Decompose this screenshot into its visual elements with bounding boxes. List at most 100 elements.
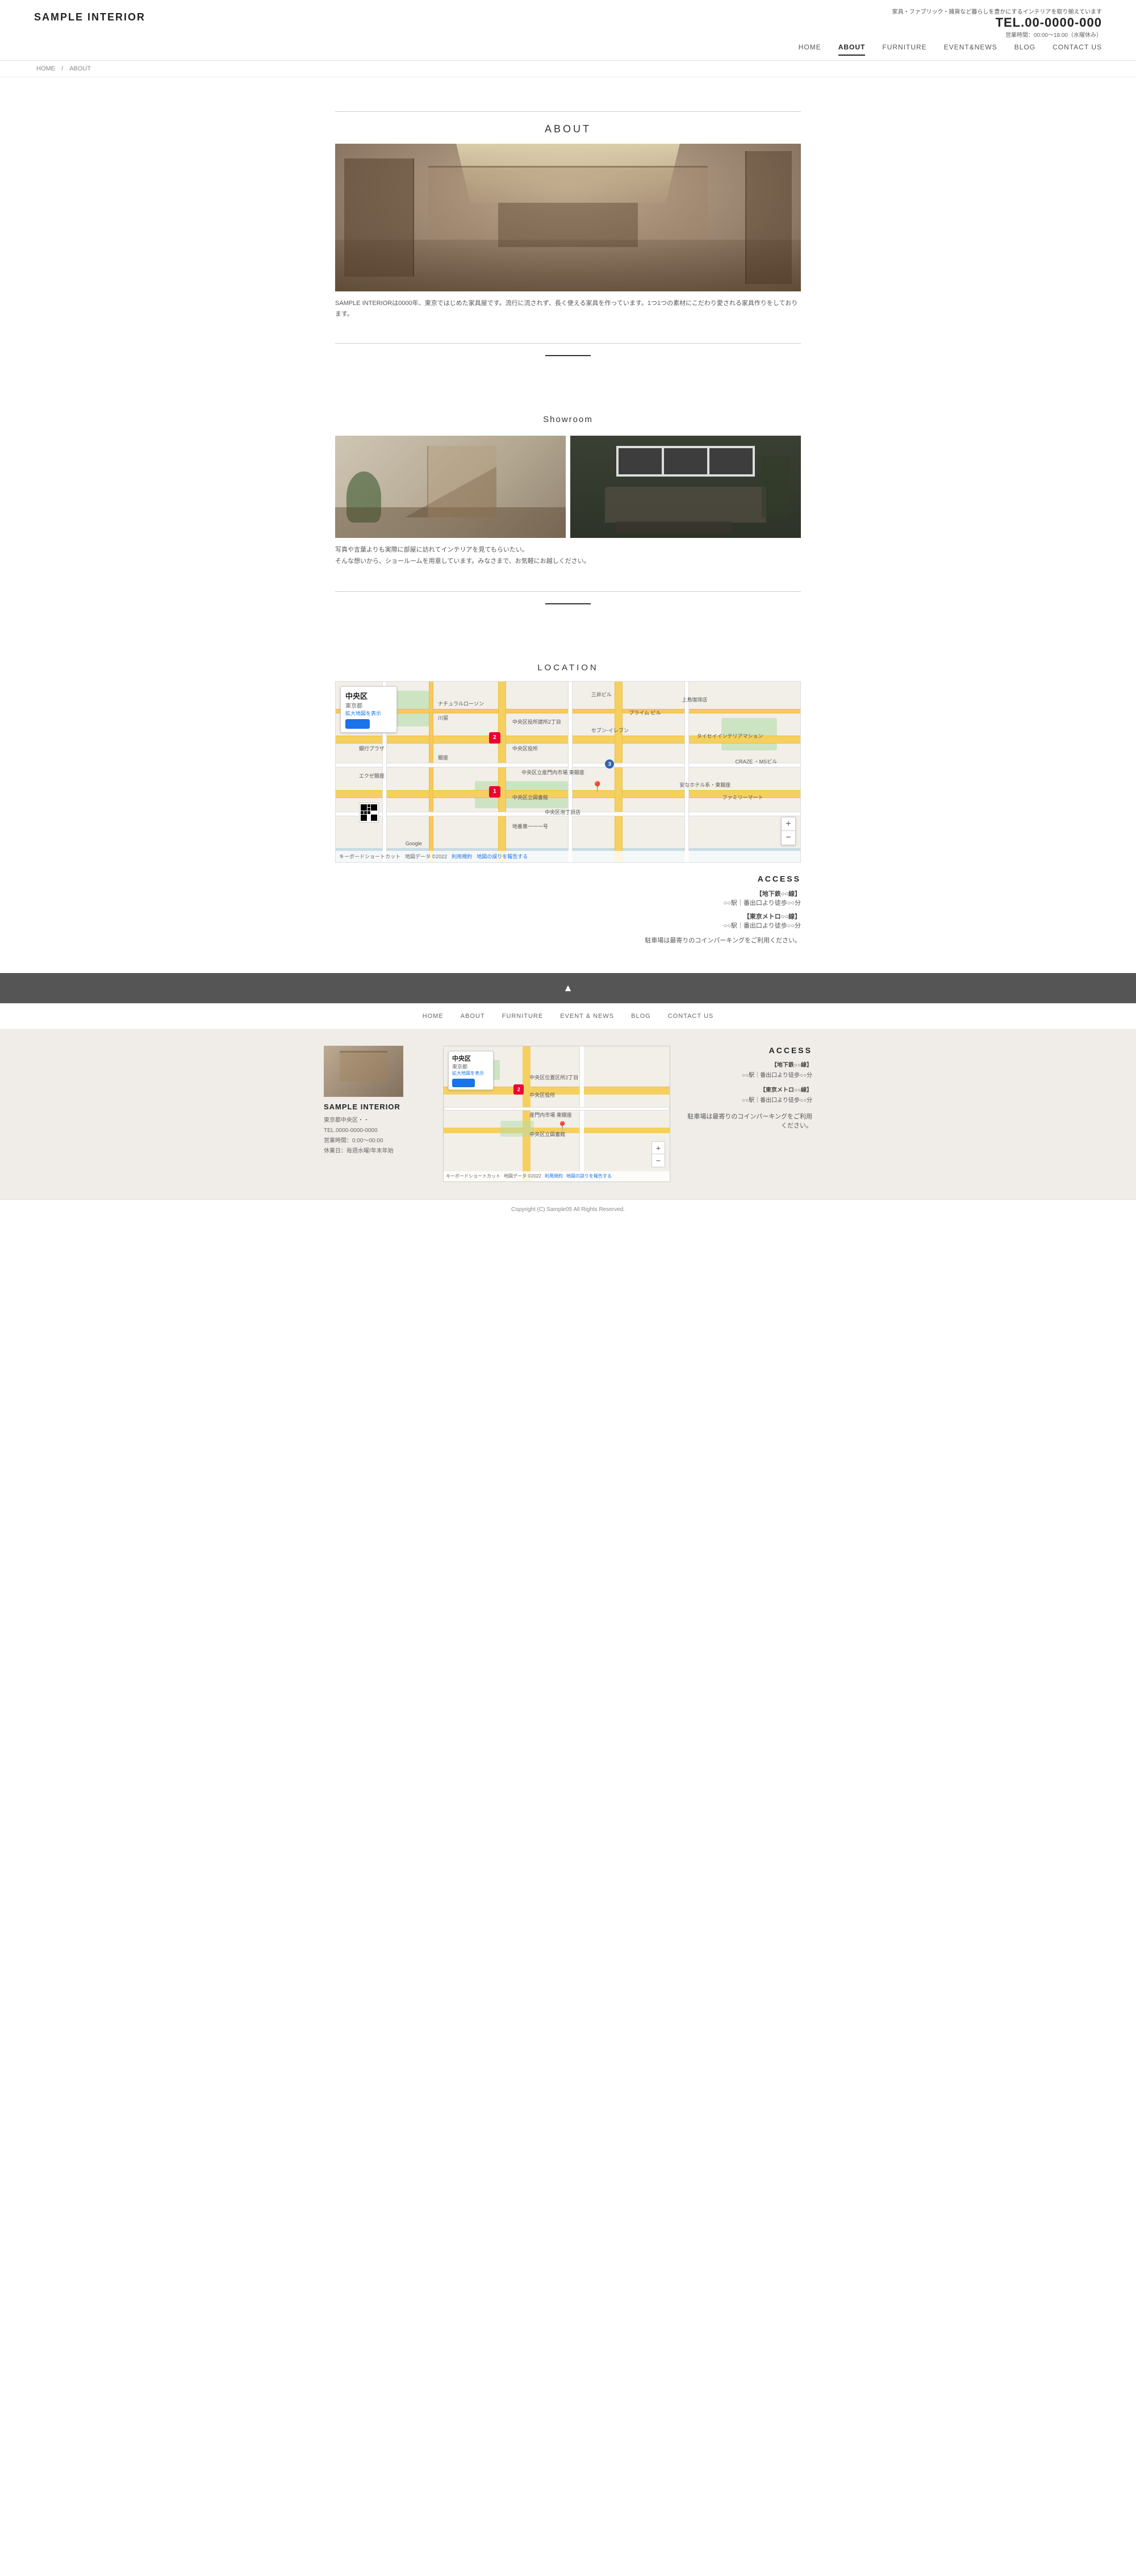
map-label-10: 地番第一一一号 (512, 823, 548, 830)
map-terms-link[interactable]: 利用規約 (452, 853, 472, 860)
footer-content: SAMPLE INTERIOR 東京都中央区・・ TEL.0000-0000-0… (324, 1046, 812, 1182)
map-road-v2 (684, 682, 689, 862)
main-nav: HOME ABOUT FURNITURE EVENT&NEWS BLOG CON… (0, 39, 1136, 61)
footer-nav-about[interactable]: ABOUT (461, 1013, 485, 1020)
breadcrumb-separator: / (61, 65, 63, 72)
map-zoom-out[interactable]: − (782, 831, 795, 845)
map-zoom-controls[interactable]: + − (781, 817, 796, 845)
art-piece-2 (664, 448, 707, 474)
nav-events[interactable]: EVENT&NEWS (944, 43, 997, 56)
map-label-6: 上島珈琲店 (682, 696, 707, 703)
map-report-link[interactable]: 地図の誤りを報告する (477, 853, 528, 860)
footer-zoom-out[interactable]: − (652, 1154, 665, 1167)
footer-nav-furniture[interactable]: FURNITURE (502, 1013, 544, 1020)
map-major-road-v2 (615, 682, 623, 862)
footer-parking: 駐車場は最寄りのコインパーキングをご利用ください。 (687, 1112, 812, 1130)
sofa-decor (605, 487, 766, 523)
footer-nav-events[interactable]: EVENT & NEWS (560, 1013, 614, 1020)
footer-map-canvas: 中央区役所 産門内市場 東銀座 中央区立図書館 中央区位置区所2丁目 📍 2 中… (444, 1046, 670, 1181)
location-section: LOCATION 中央区役所 (324, 629, 812, 973)
footer-img-detail (340, 1051, 387, 1082)
map-label-1: セブン-イレブン (591, 727, 629, 734)
footer-keyboard: キーボードショートカット (446, 1173, 500, 1179)
nav-contact[interactable]: CONTACT US (1053, 43, 1102, 56)
about-section: ABOUT SAMPLE INTERIORは0000年、東京ではじめた家具屋です… (324, 77, 812, 381)
route-number-1: 2 (489, 732, 500, 744)
footer-shop-name: SAMPLE INTERIOR (324, 1103, 426, 1111)
footer-zoom-in[interactable]: + (652, 1142, 665, 1154)
footer-map-terms[interactable]: 利用規約 (545, 1173, 563, 1179)
footer-map[interactable]: 中央区役所 産門内市場 東銀座 中央区立図書館 中央区位置区所2丁目 📍 2 中… (443, 1046, 670, 1182)
main-map[interactable]: 中央区役所 セブン-イレブン 中央区立産門内市場 東銀座 中央区立図書館 川留 … (335, 681, 801, 863)
breadcrumb: HOME / ABOUT (0, 61, 1136, 77)
map-label-11: ナチュラルローソン (438, 700, 484, 707)
wall-art (616, 446, 755, 477)
nav-furniture[interactable]: FURNITURE (882, 43, 926, 56)
access-metro: 【東京メトロ○○線】 ○○駅｜番出口より徒歩○○分 (335, 912, 801, 930)
showroom-caption-line1: 写真や言葉よりも実際に部屋に訪れてインテリアを見てもらいたい。 (335, 546, 528, 553)
footer-phone: TEL.0000-0000-0000 (324, 1126, 426, 1136)
footer-map-link[interactable]: 拡大地図を表示 (452, 1071, 484, 1076)
footer-subway-label: 【地下鉄○○線】 (687, 1061, 812, 1071)
footer-map-label-chuo: 中央区役所 (529, 1091, 555, 1099)
header: SAMPLE INTERIOR 家具・ファブリック・雑貨など暮らしを豊かにするイ… (0, 0, 1136, 61)
map-label-15: CRAZE ・MSビル (736, 758, 778, 765)
footer-zoom-controls[interactable]: + − (651, 1141, 665, 1167)
footer-nav-contact[interactable]: CONTACT US (668, 1013, 714, 1020)
footer-access-title: ACCESS (687, 1046, 812, 1055)
nav-home[interactable]: HOME (799, 43, 821, 56)
showroom-images (335, 436, 801, 538)
footer-map-road-h3 (444, 1107, 670, 1110)
map-zoom-in[interactable]: + (782, 817, 795, 831)
location-title: LOCATION (335, 646, 801, 681)
map-prefecture: 東京都 (345, 701, 392, 709)
footer-district: 中央区 (452, 1054, 490, 1063)
footer-shop-info: 東京都中央区・・ TEL.0000-0000-0000 営業時間：0:00〜00… (324, 1116, 426, 1157)
showroom-image-left (335, 436, 566, 538)
footer-nav-home[interactable]: HOME (423, 1013, 444, 1020)
showroom-caption-line2: そんな想いから、ショールームを用意しています。みなさまで、お気軽にお越しください… (335, 558, 590, 565)
footer-map-label-ward: 中央区位置区所2丁目 (529, 1074, 578, 1081)
site-phone: TEL.00-0000-000 (892, 15, 1102, 30)
route-number-2: 1 (489, 786, 500, 798)
footer-map-road-v2 (579, 1046, 584, 1181)
coffee-table (616, 521, 732, 533)
map-label-3: 中央区立図書館 (512, 794, 548, 801)
footer-nav-blog[interactable]: BLOG (631, 1013, 651, 1020)
footer-nav: HOME ABOUT FURNITURE EVENT & NEWS BLOG C… (0, 1003, 1136, 1029)
art-piece-1 (619, 448, 662, 474)
map-canvas: 中央区役所 セブン-イレブン 中央区立産門内市場 東銀座 中央区立図書館 川留 … (336, 682, 800, 862)
nav-blog[interactable]: BLOG (1014, 43, 1035, 56)
back-to-top-button[interactable]: ▲ (0, 973, 1136, 1003)
footer-closed: 休業日：毎週水曜/年末年始 (324, 1146, 426, 1157)
access-subway-detail: ○○駅｜番出口より徒歩○○分 (335, 898, 801, 907)
footer-access: ACCESS 【地下鉄○○線】 ○○駅｜番出口より徒歩○○分 【東京メトロ○○線… (687, 1046, 812, 1182)
about-description: SAMPLE INTERIORは0000年、東京ではじめた家具屋です。流行に流さ… (335, 291, 801, 326)
nav-about[interactable]: ABOUT (838, 43, 866, 56)
footer-prefecture: 東京都 (452, 1063, 490, 1070)
map-label-5: 中央区泡丁目店 (545, 808, 580, 816)
map-route-btn[interactable]: ルート (345, 719, 370, 729)
map-major-road-v1 (498, 682, 506, 862)
footer-map-report[interactable]: 地図の誤りを報告する (566, 1173, 612, 1179)
access-title: ACCESS (335, 874, 801, 883)
breadcrumb-home: HOME (36, 65, 55, 72)
showroom-section: Showroom 写真や言葉よりも実際に部屋に訪れてインテリアを見てもらいたい。… (324, 381, 812, 629)
footer-route-btn[interactable]: ルート (452, 1079, 475, 1087)
access-subway-label: 【地下鉄○○線】 (335, 889, 801, 898)
footer-map-info: 中央区 東京都 拡大地図を表示 ルート (448, 1051, 494, 1090)
footer-subway: 【地下鉄○○線】 ○○駅｜番出口より徒歩○○分 (687, 1061, 812, 1081)
footer-logo-image (324, 1046, 403, 1097)
map-expand-link[interactable]: 拡大地図を表示 (345, 711, 381, 716)
copyright-text: Copyright (C) Sample05 All Rights Reserv… (511, 1206, 625, 1213)
map-label-hotel: 安なホテル系・東銀座 (679, 781, 730, 788)
footer-map-bottom: キーボードショートカット 地図データ ©2022 利用規約 地図の誤りを報告する (444, 1171, 670, 1181)
footer-address: 東京都中央区・・ (324, 1116, 426, 1126)
map-location-pin: 📍 (591, 781, 604, 793)
about-title: ABOUT (335, 112, 801, 144)
access-metro-label: 【東京メトロ○○線】 (335, 912, 801, 921)
footer-metro-label: 【東京メトロ○○線】 (687, 1085, 812, 1096)
footer-map-park-2 (500, 1121, 534, 1137)
art-piece-3 (709, 448, 753, 474)
map-label-13: 三井ビル (591, 691, 612, 698)
